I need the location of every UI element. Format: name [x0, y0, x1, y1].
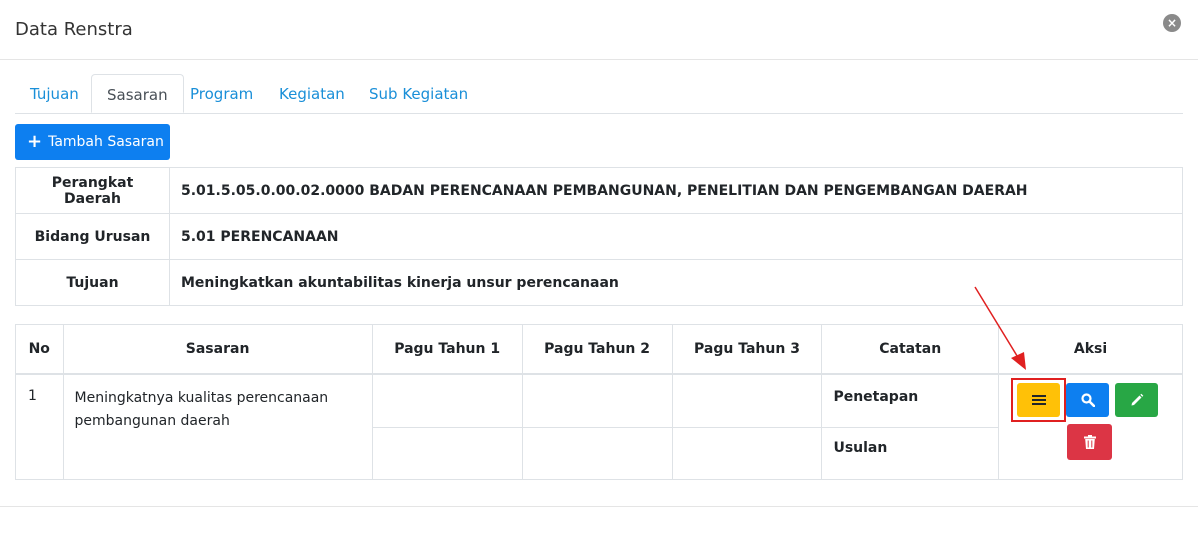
search-icon — [1080, 393, 1095, 407]
table-row: 1 Meningkatnya kualitas perencanaan pemb… — [15, 373, 1183, 480]
tab-sasaran[interactable]: Sasaran — [91, 74, 184, 113]
tab-sub-kegiatan[interactable]: Sub Kegiatan — [354, 74, 483, 113]
modal-header: Data Renstra × — [0, 0, 1198, 60]
plus-icon: + — [27, 131, 43, 152]
cell-pagu-3 — [671, 427, 823, 480]
modal-title: Data Renstra — [15, 19, 133, 40]
cell-sasaran: Meningkatnya kualitas perencanaan pemban… — [62, 373, 373, 480]
info-row: Perangkat Daerah 5.01.5.05.0.00.02.0000 … — [15, 167, 1183, 214]
add-sasaran-button[interactable]: + Tambah Sasaran — [15, 124, 170, 160]
pencil-icon — [1131, 393, 1143, 406]
cell-pagu-1 — [371, 373, 523, 428]
cell-pagu-2 — [521, 373, 673, 428]
cell-pagu-1 — [371, 427, 523, 480]
header-no: No — [15, 324, 64, 375]
info-label: Perangkat Daerah — [15, 167, 170, 214]
delete-button[interactable] — [1067, 424, 1112, 460]
cell-catatan-penetapan: Penetapan — [821, 373, 1000, 428]
trash-icon — [1083, 435, 1096, 449]
info-value: 5.01 PERENCANAAN — [169, 213, 1183, 260]
info-label: Bidang Urusan — [15, 213, 170, 260]
header-pagu-2: Pagu Tahun 2 — [521, 324, 673, 375]
cell-pagu-2 — [521, 427, 673, 480]
info-row: Bidang Urusan 5.01 PERENCANAAN — [15, 213, 1183, 260]
view-button[interactable] — [1066, 383, 1109, 417]
tab-kegiatan[interactable]: Kegiatan — [264, 74, 360, 113]
header-catatan: Catatan — [821, 324, 1000, 375]
tab-tujuan[interactable]: Tujuan — [15, 74, 94, 113]
edit-button[interactable] — [1115, 383, 1158, 417]
tab-bar: Tujuan Sasaran Program Kegiatan Sub Kegi… — [15, 74, 1183, 114]
cell-catatan-usulan: Usulan — [821, 427, 1000, 480]
sasaran-table: No Sasaran Pagu Tahun 1 Pagu Tahun 2 Pag… — [15, 324, 1183, 480]
cell-no: 1 — [15, 373, 64, 480]
header-pagu-1: Pagu Tahun 1 — [371, 324, 523, 375]
info-row: Tujuan Meningkatkan akuntabilitas kinerj… — [15, 259, 1183, 306]
header-aksi: Aksi — [998, 324, 1183, 375]
close-icon[interactable]: × — [1163, 14, 1181, 32]
add-sasaran-label: Tambah Sasaran — [48, 134, 164, 150]
modal-footer-divider — [0, 506, 1198, 507]
info-table: Perangkat Daerah 5.01.5.05.0.00.02.0000 … — [15, 167, 1183, 306]
header-sasaran: Sasaran — [62, 324, 373, 375]
table-header-row: No Sasaran Pagu Tahun 1 Pagu Tahun 2 Pag… — [15, 324, 1183, 375]
cell-pagu-3 — [671, 373, 823, 428]
header-pagu-3: Pagu Tahun 3 — [671, 324, 823, 375]
info-label: Tujuan — [15, 259, 170, 306]
tab-program[interactable]: Program — [175, 74, 268, 113]
annotation-highlight-box — [1011, 378, 1066, 422]
info-value: Meningkatkan akuntabilitas kinerja unsur… — [169, 259, 1183, 306]
info-value: 5.01.5.05.0.00.02.0000 BADAN PERENCANAAN… — [169, 167, 1183, 214]
